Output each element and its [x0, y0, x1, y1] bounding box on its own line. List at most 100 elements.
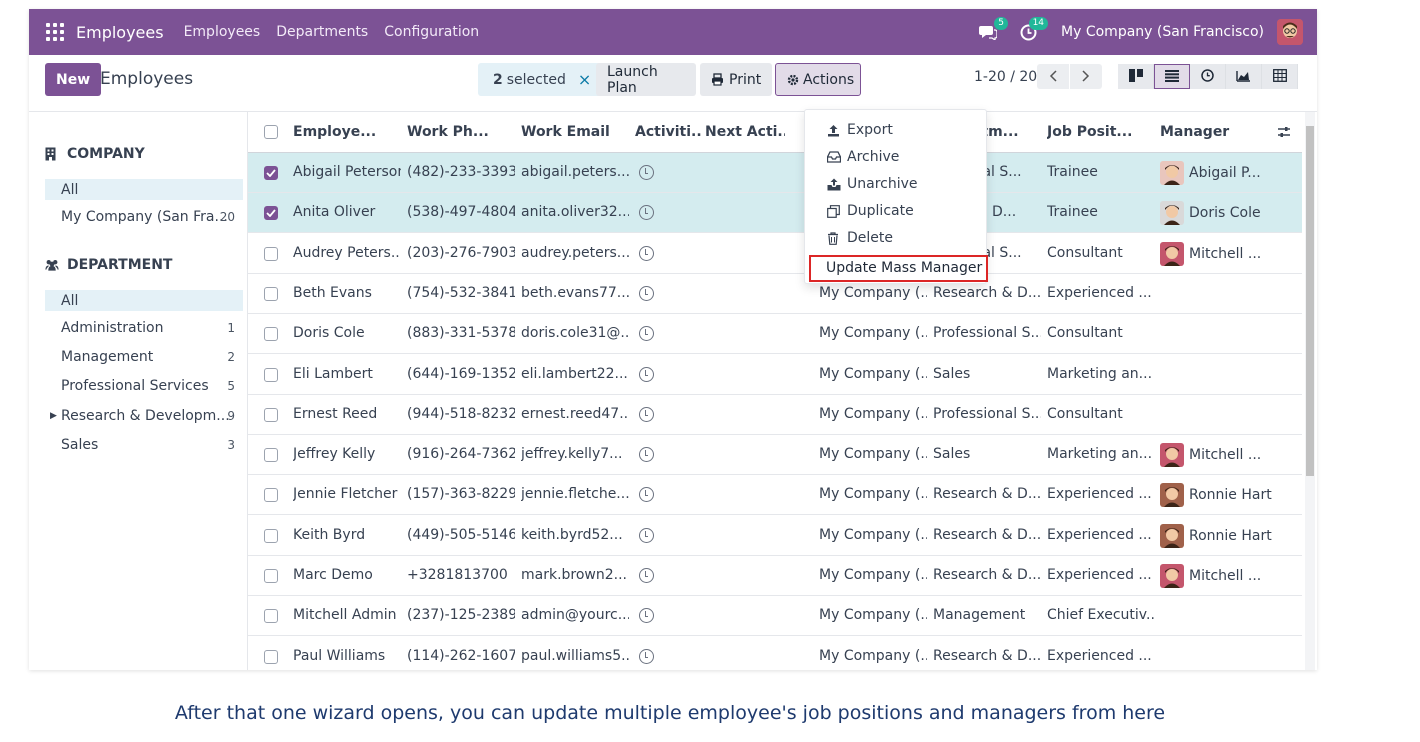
activity-clock-icon[interactable] — [639, 285, 654, 301]
activity-clock-icon[interactable] — [639, 568, 654, 583]
company-filter-all[interactable]: All — [45, 179, 243, 200]
row-checkbox[interactable] — [264, 609, 278, 624]
activity-clock-icon[interactable] — [639, 245, 654, 261]
app-grid-icon[interactable] — [46, 23, 64, 41]
activity-clock-icon[interactable] — [639, 447, 654, 463]
app-brand[interactable]: Employees — [76, 23, 164, 42]
table-row[interactable]: Doris Cole (883)-331-5378 doris.cole31@...… — [248, 314, 1302, 355]
table-row[interactable]: Jeffrey Kelly (916)-264-7362 jeffrey.kelly… — [248, 435, 1302, 476]
menu-item-duplicate[interactable]: Duplicate — [827, 203, 914, 219]
activity-clock-icon[interactable] — [639, 406, 654, 422]
activity-clock-icon[interactable] — [639, 165, 654, 180]
activity-view-button[interactable] — [1190, 64, 1226, 89]
caret-right-icon[interactable]: ▶ — [50, 411, 57, 421]
table-row[interactable]: Anita Oliver (538)-497-4804 anita.oliver32… — [248, 193, 1302, 234]
activities-clock-icon[interactable]: 14 — [1017, 17, 1049, 43]
kanban-view-button[interactable] — [1118, 64, 1154, 89]
actions-button[interactable]: Actions — [775, 63, 861, 96]
table-row[interactable]: Jennie Fletcher (157)-363-8229 jennie.flet… — [248, 475, 1302, 516]
table-row[interactable]: Keith Byrd (449)-505-5146 keith.byrd52... M… — [248, 516, 1302, 556]
pager-value[interactable]: 1-20 / 20 — [974, 69, 1037, 85]
print-button[interactable]: Print — [700, 63, 772, 96]
activity-clock-icon[interactable] — [639, 326, 654, 342]
filter-count: 20 — [219, 209, 235, 224]
employee-name-cell: Marc Demo — [293, 567, 373, 583]
messages-icon[interactable]: 5 — [977, 17, 1009, 43]
column-header-manager[interactable]: Manager — [1160, 124, 1270, 140]
new-button[interactable]: New — [45, 63, 102, 96]
manager-avatar[interactable] — [1160, 443, 1184, 468]
column-header-activities[interactable]: Activiti... — [635, 124, 701, 140]
menu-configuration[interactable]: Configuration — [384, 24, 479, 40]
activity-clock-icon[interactable] — [639, 648, 654, 664]
menu-item-update-mass-manager[interactable]: Update Mass Manager — [809, 255, 988, 282]
department-filter-research[interactable]: ▶ Research & Developm... 9 — [45, 405, 243, 426]
pager-next-button[interactable] — [1070, 64, 1102, 89]
column-header-phone[interactable]: Work Ph... — [407, 124, 517, 140]
manager-avatar[interactable] — [1160, 241, 1184, 266]
filter-count: 9 — [227, 408, 235, 423]
graph-view-button[interactable] — [1226, 64, 1262, 89]
scrollbar-thumb[interactable] — [1306, 126, 1314, 476]
menu-item-unarchive[interactable]: Unarchive — [827, 176, 918, 192]
table-row[interactable]: Paul Williams (114)-262-1607 paul.williams… — [248, 637, 1302, 670]
work-email-cell: beth.evans77... — [521, 284, 629, 301]
menu-item-delete[interactable]: Delete — [827, 230, 893, 246]
column-header-next-activity[interactable]: Next Acti... — [705, 124, 785, 140]
list-view-button[interactable] — [1154, 64, 1190, 89]
manager-avatar[interactable] — [1160, 201, 1184, 226]
row-checkbox[interactable] — [264, 327, 278, 342]
row-checkbox[interactable] — [264, 528, 278, 543]
manager-avatar[interactable] — [1160, 523, 1184, 548]
activity-clock-icon[interactable] — [639, 608, 654, 624]
optional-columns-toggle-icon[interactable] — [1277, 125, 1291, 143]
department-filter-professional-services[interactable]: Professional Services 5 — [45, 375, 243, 396]
user-avatar[interactable] — [1277, 19, 1303, 45]
table-row[interactable]: Eli Lambert (644)-169-1352 eli.lambert22..… — [248, 355, 1302, 395]
department-filter-administration[interactable]: Administration 1 — [45, 317, 243, 338]
department-filter-all[interactable]: All — [45, 290, 243, 311]
company-switcher[interactable]: My Company (San Francisco) — [1061, 24, 1264, 40]
menu-departments[interactable]: Departments — [276, 24, 368, 40]
launch-plan-button[interactable]: Launch Plan — [596, 63, 696, 96]
menu-item-export[interactable]: Export — [827, 122, 893, 138]
row-checkbox[interactable] — [264, 649, 278, 664]
column-header-job-position[interactable]: Job Posit... — [1047, 124, 1157, 140]
row-checkbox[interactable] — [264, 569, 278, 583]
row-checkbox[interactable] — [264, 286, 278, 301]
top-navbar: Employees Employees Departments Configur… — [29, 9, 1317, 55]
row-checkbox[interactable] — [264, 488, 278, 503]
row-checkbox[interactable] — [264, 246, 278, 261]
column-header-name[interactable]: Employe... — [293, 124, 403, 140]
row-checkbox[interactable] — [264, 166, 278, 180]
manager-avatar[interactable] — [1160, 161, 1184, 185]
table-row[interactable]: Beth Evans (754)-532-3841 beth.evans77... M… — [248, 274, 1302, 314]
row-checkbox[interactable] — [264, 407, 278, 422]
job-position-cell: Experienced ... — [1047, 284, 1152, 301]
manager-avatar[interactable] — [1160, 483, 1184, 508]
department-filter-sales[interactable]: Sales 3 — [45, 434, 243, 455]
row-checkbox[interactable] — [264, 367, 278, 382]
table-row[interactable]: Abigail Peterson (482)-233-3393 abigail.pe… — [248, 153, 1302, 193]
table-row[interactable]: Ernest Reed (944)-518-8232 ernest.reed47..… — [248, 395, 1302, 435]
activity-clock-icon[interactable] — [639, 205, 654, 221]
table-row[interactable]: Mitchell Admin (237)-125-2389 admin@yourc.… — [248, 596, 1302, 637]
company-filter-my-company[interactable]: My Company (San Fra... 20 — [45, 206, 243, 227]
pager-previous-button[interactable] — [1037, 64, 1069, 89]
pivot-view-button[interactable] — [1262, 64, 1298, 89]
menu-employees[interactable]: Employees — [184, 24, 261, 40]
row-checkbox[interactable] — [264, 448, 278, 463]
manager-avatar[interactable] — [1160, 564, 1184, 588]
select-all-checkbox[interactable] — [264, 125, 278, 139]
row-checkbox[interactable] — [264, 206, 278, 221]
table-row[interactable]: Audrey Peters... (203)-276-7903 audrey.pet… — [248, 234, 1302, 274]
activity-clock-icon[interactable] — [639, 487, 654, 503]
department-filter-management[interactable]: Management 2 — [45, 346, 243, 367]
table-row[interactable]: Marc Demo +3281813700 mark.brown2... My Com… — [248, 556, 1302, 596]
activity-clock-icon[interactable] — [639, 366, 654, 382]
clear-selection-icon[interactable]: × — [578, 70, 591, 89]
activity-clock-icon[interactable] — [639, 527, 654, 543]
column-header-email[interactable]: Work Email — [521, 124, 631, 140]
chevron-left-icon — [1049, 67, 1057, 86]
menu-item-archive[interactable]: Archive — [827, 149, 899, 165]
